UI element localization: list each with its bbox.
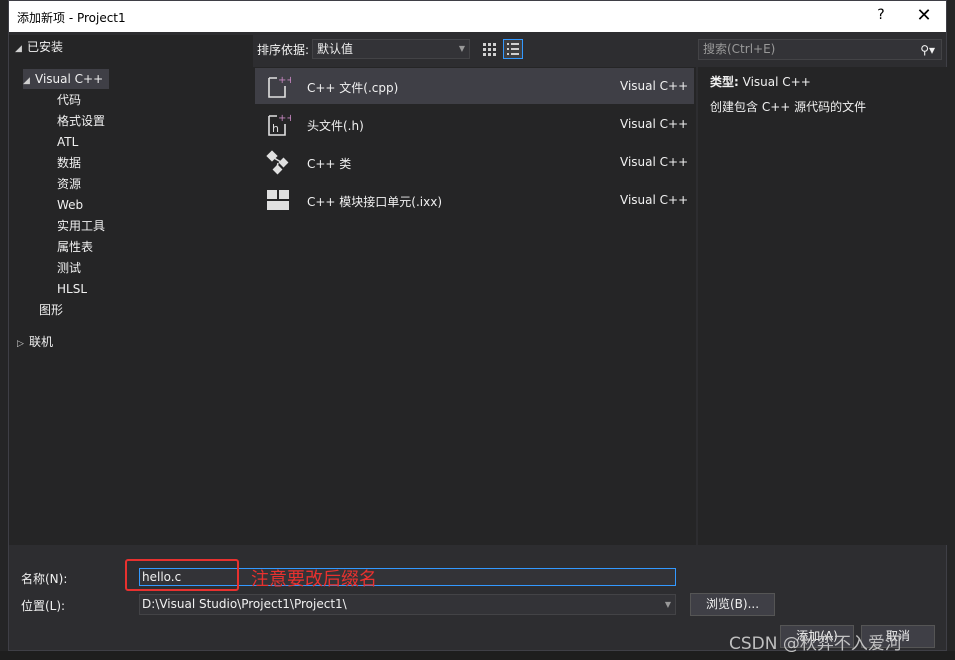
- template-type: 类型: Visual C++: [710, 73, 811, 90]
- expanded-arrow-icon: ◢: [15, 44, 22, 54]
- title-bar: 添加新项 - Project1 ? ✕: [9, 1, 946, 32]
- list-view-icon: [507, 43, 519, 55]
- tree-node-data[interactable]: 数据: [57, 153, 81, 173]
- dialog-title: 添加新项 - Project1: [17, 11, 126, 25]
- list-view-button[interactable]: [503, 39, 523, 59]
- chevron-down-icon: ▼: [664, 600, 671, 609]
- tree-node-label: 联机: [29, 335, 54, 349]
- svg-text:++: ++: [278, 113, 291, 124]
- collapsed-arrow-icon: ▷: [17, 339, 24, 349]
- template-name: 头文件(.h): [307, 119, 364, 133]
- tree-node-property-sheets[interactable]: 属性表: [57, 237, 93, 257]
- chevron-down-icon: ▼: [458, 44, 465, 53]
- svg-text:++: ++: [278, 75, 291, 86]
- annotation-highlight-box: [125, 559, 239, 591]
- template-language: Visual C++: [620, 79, 689, 93]
- sort-by-dropdown[interactable]: 默认值 ▼: [312, 39, 470, 59]
- template-item-class[interactable]: C++ 类 Visual C++: [255, 144, 694, 180]
- template-language: Visual C++: [620, 155, 689, 169]
- tree-node-label: 已安装: [27, 40, 64, 54]
- search-placeholder: 搜索(Ctrl+E): [703, 42, 776, 56]
- annotation-text: 注意要改后缀名: [251, 569, 377, 590]
- grid-view-icon: [483, 43, 496, 56]
- grid-view-button[interactable]: [479, 39, 499, 59]
- location-value: D:\Visual Studio\Project1\Project1\: [142, 597, 347, 611]
- expanded-arrow-icon: ◢: [23, 76, 30, 86]
- tree-node-test[interactable]: 测试: [57, 258, 81, 278]
- background-window-left: [0, 0, 8, 660]
- tree-node-atl[interactable]: ATL: [57, 132, 78, 152]
- type-label: 类型:: [710, 75, 739, 89]
- background-window-right: [947, 0, 955, 660]
- template-description: 创建包含 C++ 源代码的文件: [710, 100, 867, 114]
- template-language: Visual C++: [620, 117, 689, 131]
- cpp-file-icon: ++: [268, 75, 291, 98]
- template-item-cpp-file[interactable]: ++ C++ 文件(.cpp) Visual C++: [255, 68, 694, 104]
- name-label: 名称(N):: [21, 572, 68, 586]
- search-input[interactable]: 搜索(Ctrl+E) ⚲▾: [698, 39, 942, 60]
- tree-node-resource[interactable]: 资源: [57, 174, 81, 194]
- header-file-icon: h ++: [268, 113, 291, 136]
- tree-node-graphics[interactable]: 图形: [39, 300, 63, 320]
- tree-node-web[interactable]: Web: [57, 195, 83, 215]
- module-icon: [267, 190, 289, 210]
- sort-by-value: 默认值: [317, 42, 354, 56]
- help-button[interactable]: ?: [869, 7, 893, 27]
- template-name: C++ 类: [307, 157, 352, 171]
- class-icon: [266, 150, 289, 175]
- location-label: 位置(L):: [21, 599, 66, 613]
- template-detail-panel: 类型: Visual C++ 创建包含 C++ 源代码的文件: [698, 67, 948, 545]
- browse-button[interactable]: 浏览(B)...: [690, 593, 775, 616]
- tree-node-label: Visual C++: [35, 72, 104, 86]
- sort-by-label: 排序依据:: [257, 43, 310, 57]
- template-item-module[interactable]: C++ 模块接口单元(.ixx) Visual C++: [255, 182, 694, 218]
- tree-node-installed[interactable]: ◢ 已安装: [15, 37, 63, 57]
- template-item-header-file[interactable]: h ++ 头文件(.h) Visual C++: [255, 106, 694, 142]
- template-name: C++ 模块接口单元(.ixx): [307, 195, 443, 209]
- template-list: ++ C++ 文件(.cpp) Visual C++ h ++ 头文件(.h) …: [253, 67, 696, 545]
- search-icon[interactable]: ⚲▾: [920, 41, 935, 60]
- location-dropdown[interactable]: D:\Visual Studio\Project1\Project1\ ▼: [139, 594, 676, 615]
- tree-node-visual-cpp[interactable]: ◢ Visual C++: [23, 69, 110, 89]
- tree-node-formatting[interactable]: 格式设置: [57, 111, 105, 131]
- add-new-item-dialog: 添加新项 - Project1 ? ✕ ◢ 已安装 ◢ Visual C++ 代码 …: [8, 0, 948, 654]
- template-language: Visual C++: [620, 193, 689, 207]
- watermark: CSDN @秋弈不入爱河: [729, 634, 902, 654]
- tree-node-utility[interactable]: 实用工具: [57, 216, 105, 236]
- template-name: C++ 文件(.cpp): [307, 81, 399, 95]
- category-tree: ◢ 已安装 ◢ Visual C++ 代码 格式设置 ATL 数据 资源 Web 实…: [9, 35, 253, 545]
- tree-node-code[interactable]: 代码: [57, 90, 81, 110]
- type-value: Visual C++: [742, 75, 811, 89]
- tree-node-online[interactable]: ▷ 联机: [17, 332, 53, 352]
- close-button[interactable]: ✕: [909, 5, 939, 27]
- tree-node-hlsl[interactable]: HLSL: [57, 279, 87, 299]
